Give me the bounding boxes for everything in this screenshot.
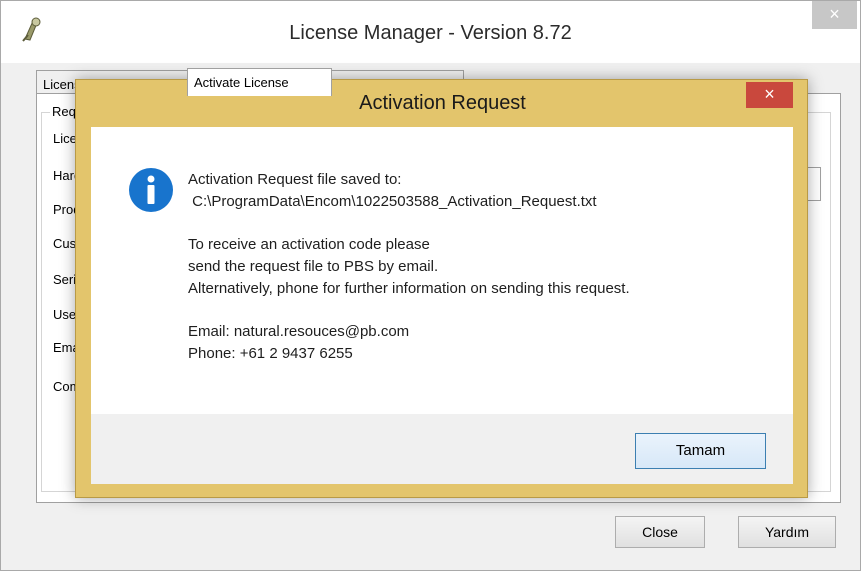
- message-file-path: C:\ProgramData\Encom\1022503588_Activati…: [188, 193, 597, 210]
- dialog-title: Activation Request: [359, 92, 526, 114]
- info-icon: [129, 168, 173, 212]
- main-close-button[interactable]: ×: [812, 1, 857, 29]
- dialog-close-button[interactable]: ×: [746, 82, 793, 108]
- activation-request-dialog: Activation Request × Activation Request …: [75, 79, 808, 498]
- message-line-phone-info: Alternatively, phone for further informa…: [188, 280, 630, 297]
- message-line-send: send the request file to PBS by email.: [188, 258, 439, 275]
- close-button[interactable]: Close: [615, 516, 705, 548]
- tab-activate-license[interactable]: Activate License: [187, 68, 332, 96]
- message-phone: Phone: +61 2 9437 6255: [188, 345, 353, 362]
- main-titlebar: License Manager - Version 8.72 ×: [1, 1, 860, 63]
- message-email: Email: natural.resouces@pb.com: [188, 323, 410, 340]
- ok-button[interactable]: Tamam: [635, 433, 766, 469]
- help-button[interactable]: Yardım: [738, 516, 836, 548]
- window-title: License Manager - Version 8.72: [289, 22, 572, 44]
- message-line-receive: To receive an activation code please: [188, 236, 430, 253]
- message-line-saved-to: Activation Request file saved to:: [188, 171, 402, 188]
- dialog-body: Activation Request file saved to: C:\Pro…: [91, 127, 793, 484]
- dialog-message: Activation Request file saved to: C:\Pro…: [188, 169, 630, 365]
